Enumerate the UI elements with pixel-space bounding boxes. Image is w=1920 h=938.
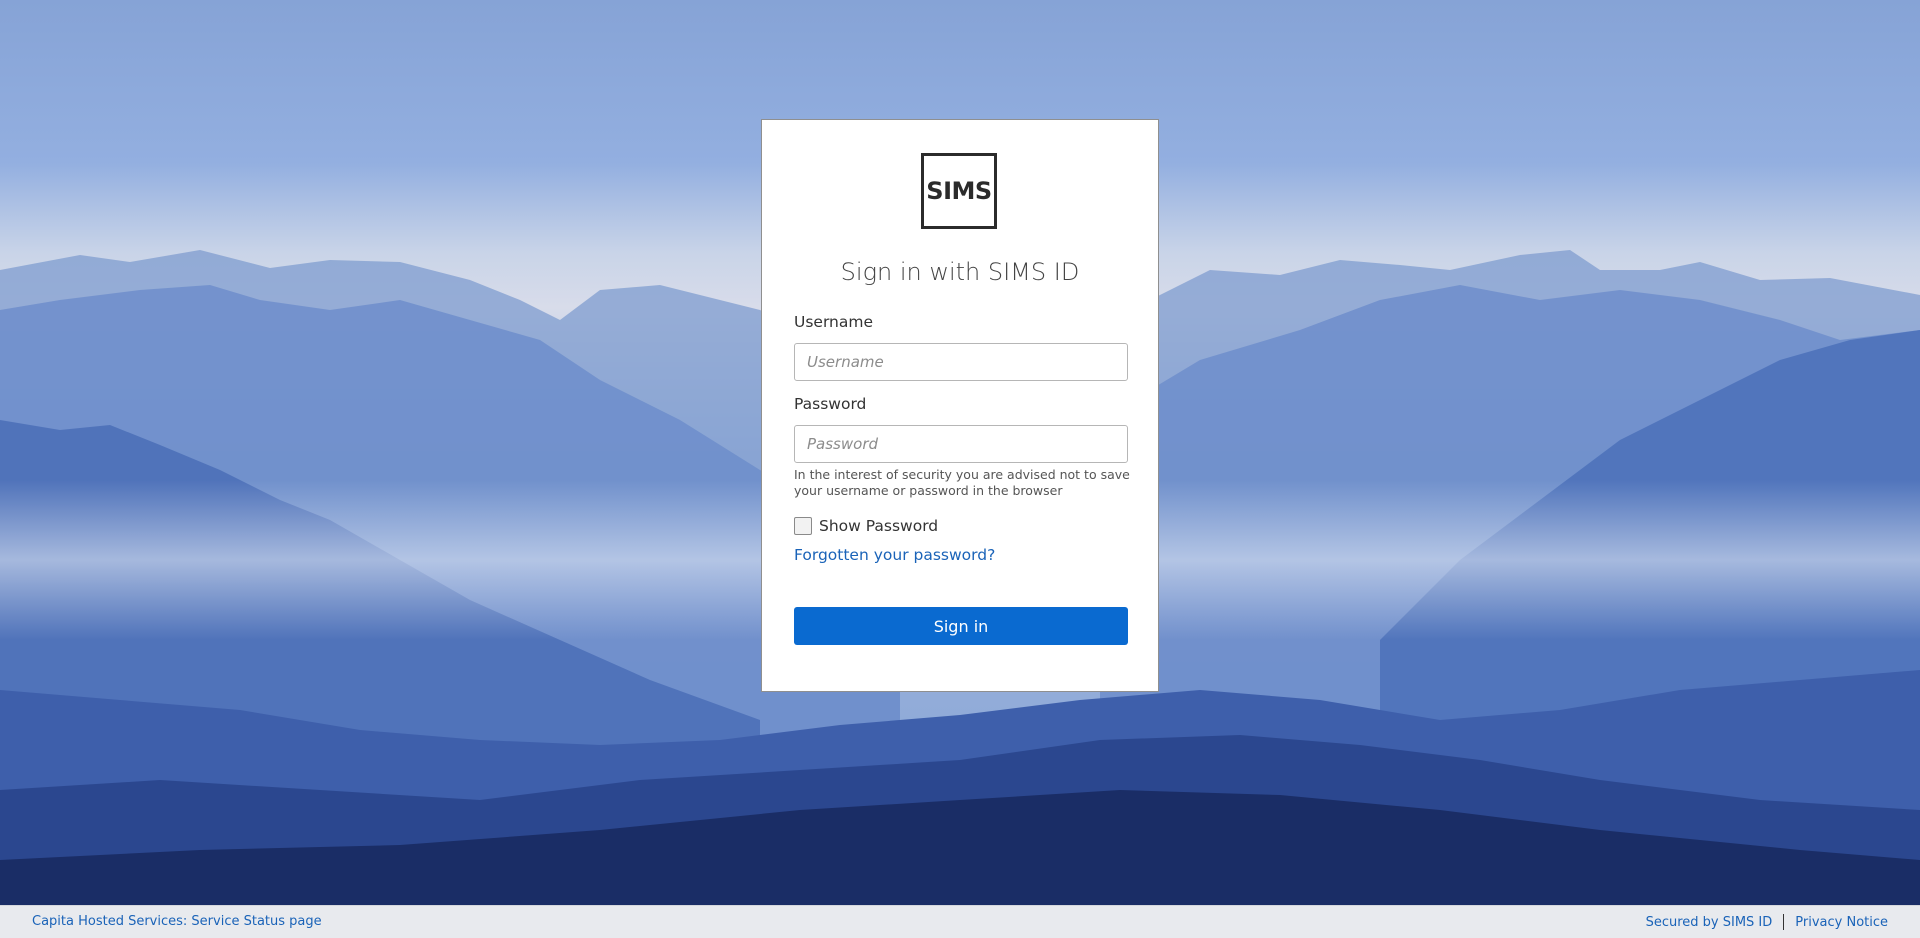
sign-in-page: SIMS Sign in with SIMS ID Username Passw…: [0, 0, 1920, 938]
sign-in-card: SIMS Sign in with SIMS ID Username Passw…: [761, 119, 1159, 692]
show-password-checkbox[interactable]: [794, 517, 812, 535]
show-password-label: Show Password: [819, 517, 939, 535]
sign-in-button[interactable]: Sign in: [794, 607, 1128, 645]
username-input[interactable]: [794, 343, 1128, 381]
show-password-toggle[interactable]: Show Password: [794, 517, 938, 535]
secured-by-sims-id-link[interactable]: Secured by SIMS ID: [1646, 915, 1773, 930]
footer-right-links: Secured by SIMS ID Privacy Notice: [1646, 914, 1888, 930]
footer-divider: [1783, 914, 1785, 930]
service-status-link[interactable]: Capita Hosted Services: Service Status p…: [32, 914, 322, 929]
sign-in-title: Sign in with SIMS ID: [840, 258, 1080, 286]
username-label: Username: [794, 313, 874, 331]
password-label: Password: [794, 395, 867, 413]
sims-logo: SIMS: [921, 153, 997, 229]
password-input[interactable]: [794, 425, 1128, 463]
footer-bar: Capita Hosted Services: Service Status p…: [0, 905, 1920, 938]
privacy-notice-link[interactable]: Privacy Notice: [1795, 915, 1888, 930]
security-hint: In the interest of security you are advi…: [794, 467, 1130, 498]
forgotten-password-link[interactable]: Forgotten your password?: [794, 546, 995, 564]
